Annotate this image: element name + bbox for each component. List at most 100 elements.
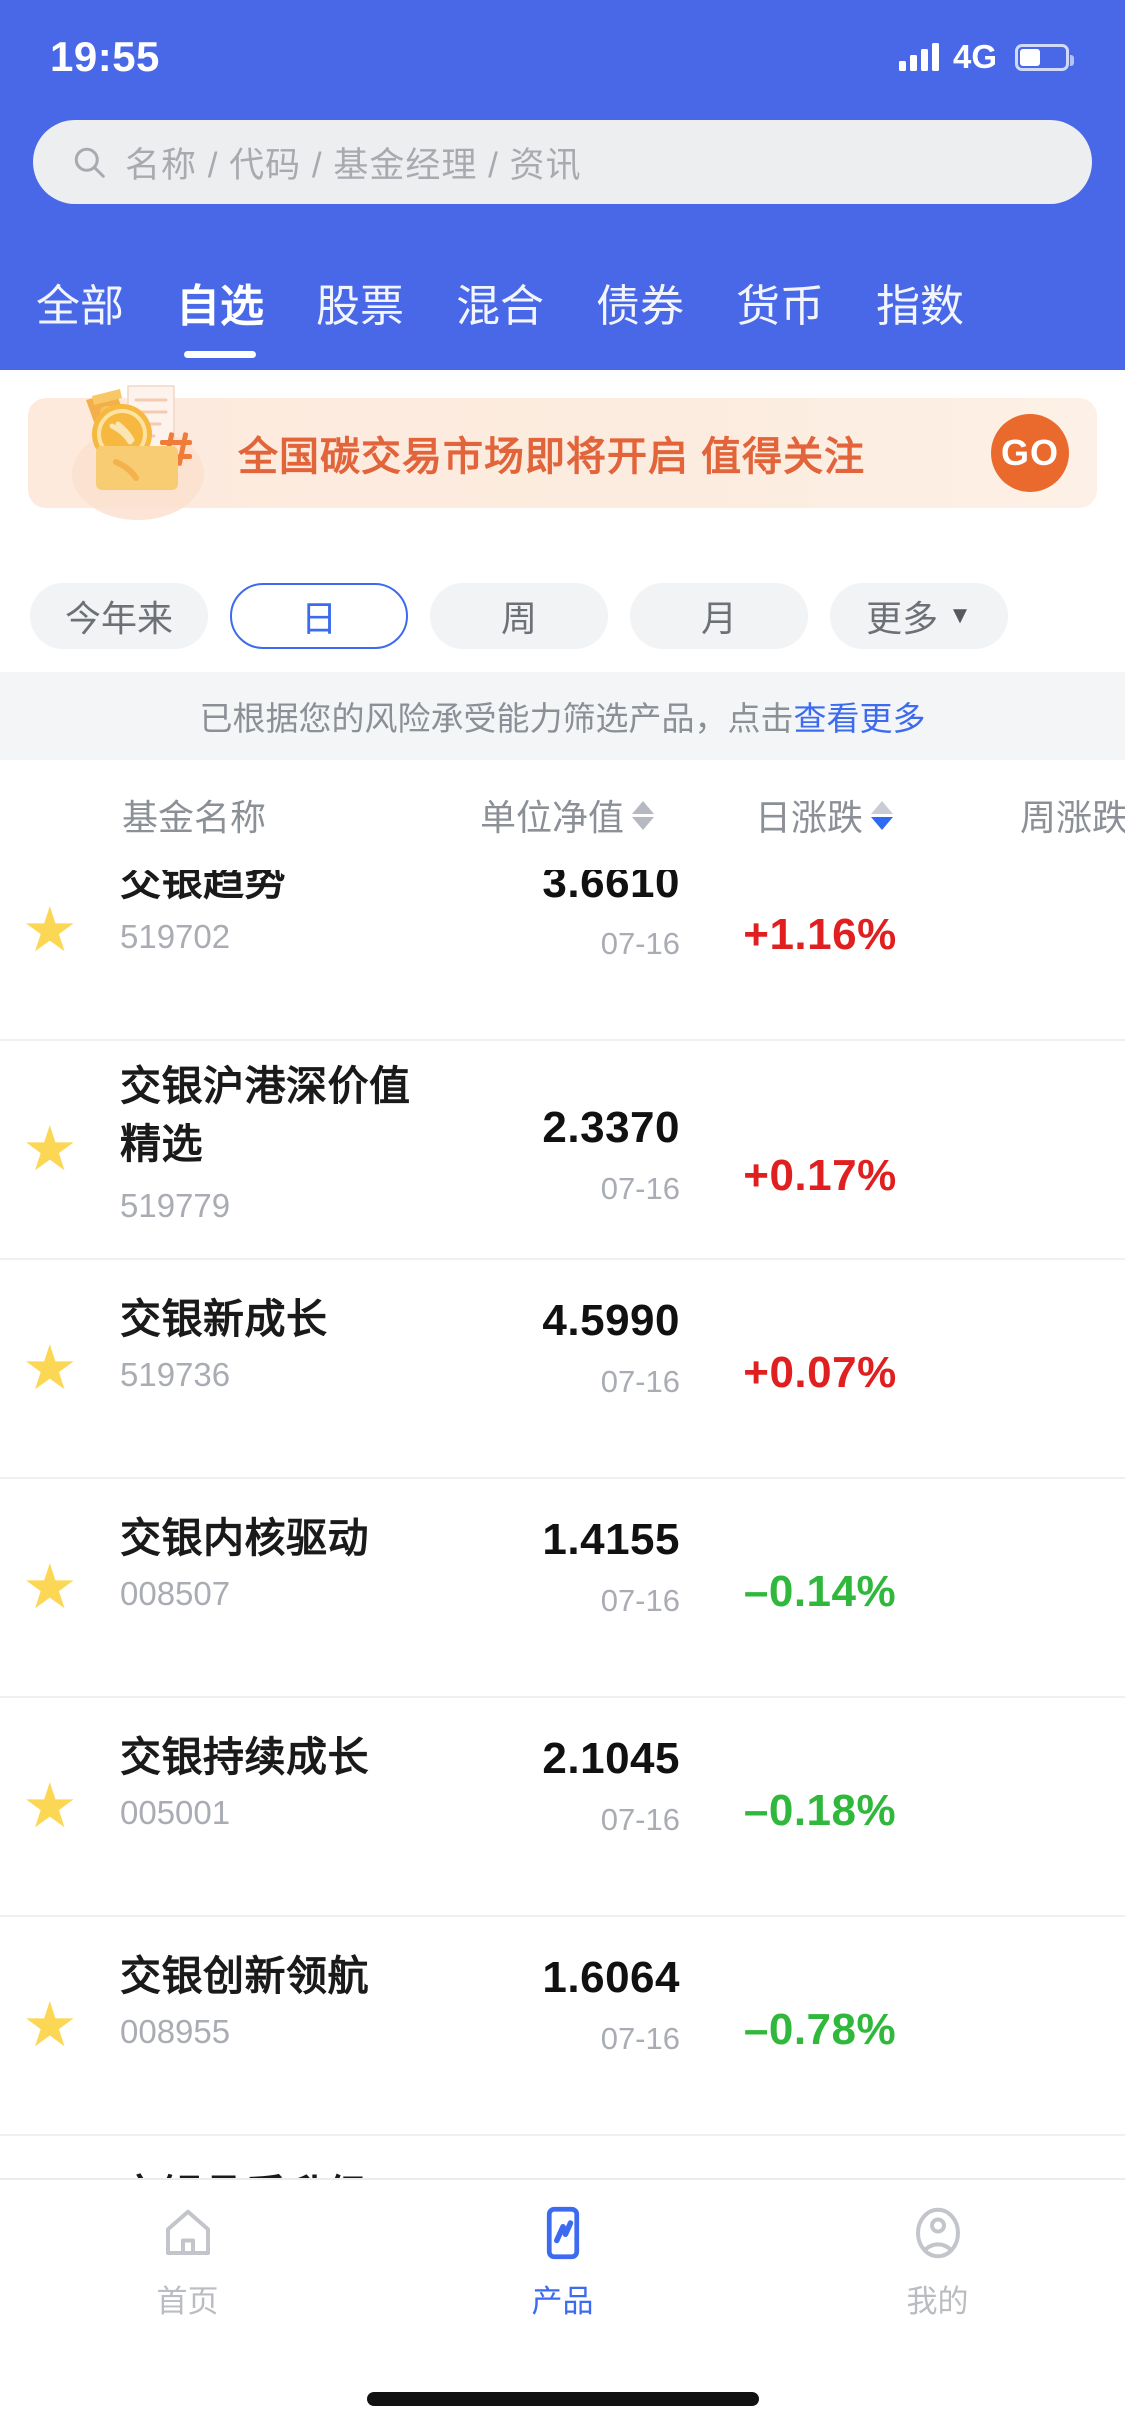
bottom-navigation-bar: 首页 产品 我的 [0, 2178, 1125, 2340]
tab-bond[interactable]: 债券 [596, 270, 684, 340]
risk-notice-text: 已根据您的风险承受能力筛选产品，点击 [199, 700, 794, 737]
fund-nav-value: 3.6610 [542, 870, 680, 907]
risk-notice-bar: 已根据您的风险承受能力筛选产品，点击 查看更多 [0, 672, 1125, 760]
fund-name: 交银创新领航 [120, 1953, 369, 1999]
tab-currency[interactable]: 货币 [736, 270, 824, 340]
status-bar-indicators: 4G [898, 38, 1074, 76]
fund-name: 交银内核驱动 [120, 1515, 369, 1561]
fund-name: 交银沪港深价值精选 [120, 1063, 411, 1167]
star-filled-icon[interactable]: ★ [22, 1337, 84, 1400]
status-bar-clock: 19:55 [50, 33, 160, 80]
tab-label: 自选 [176, 282, 264, 331]
table-row[interactable]: ★ 交银沪港深价值精选 519779 2.3370 07-16 +0.17% [0, 1041, 1125, 1260]
chip-label: 月 [700, 598, 737, 639]
nav-item-profile[interactable]: 我的 [750, 2200, 1125, 2321]
tab-hybrid[interactable]: 混合 [456, 270, 544, 340]
fund-day-change: –0.14% [743, 1567, 897, 1616]
nav-item-home[interactable]: 首页 [0, 2200, 375, 2321]
chip-day[interactable]: 日 [230, 583, 408, 649]
nav-item-product-label: 产品 [531, 2283, 594, 2319]
tab-watchlist[interactable]: 自选 [176, 270, 264, 358]
fund-nav-value: 1.4155 [542, 1515, 680, 1564]
period-filter-chips: 今年来 日 周 月 更多 ▼ [0, 560, 1125, 672]
risk-notice-link[interactable]: 查看更多 [794, 692, 926, 740]
fund-day-change: +0.07% [743, 1348, 897, 1397]
app-header: 19:55 4G 名称 / 代码 / 基金经理 / 资讯 全部 自选 股票 混合… [0, 0, 1125, 370]
chip-label: 周 [500, 598, 537, 639]
promo-banner-container: 全国碳交易市场即将开启 值得关注 GO [0, 378, 1125, 528]
chip-ytd[interactable]: 今年来 [30, 583, 208, 649]
product-chart-icon [530, 2200, 596, 2266]
fund-day-change: +1.16% [743, 910, 897, 959]
search-bar[interactable]: 名称 / 代码 / 基金经理 / 资讯 [33, 120, 1092, 204]
tab-label: 指数 [876, 282, 964, 331]
tab-active-underline [184, 351, 256, 358]
star-filled-icon[interactable]: ★ [22, 1118, 84, 1181]
star-filled-icon[interactable]: ★ [22, 1556, 84, 1619]
table-row[interactable]: ★ 交银创新领航 008955 1.6064 07-16 –0.78% [0, 1917, 1125, 2136]
promo-go-button[interactable]: GO [991, 414, 1069, 492]
nav-item-product[interactable]: 产品 [375, 2200, 750, 2321]
tab-label: 混合 [456, 282, 544, 331]
chevron-down-icon: ▼ [948, 602, 972, 629]
star-filled-icon[interactable]: ★ [22, 899, 84, 962]
column-header-day-change[interactable]: 日涨跌 [755, 789, 894, 841]
tab-stock[interactable]: 股票 [316, 270, 404, 340]
category-tabs: 全部 自选 股票 混合 债券 货币 指数 [0, 240, 1125, 370]
battery-icon [1015, 43, 1074, 71]
fund-table-header: 基金名称 单位净值 日涨跌 周涨跌 [0, 760, 1125, 870]
search-input-placeholder[interactable]: 名称 / 代码 / 基金经理 / 资讯 [125, 137, 582, 188]
fund-nav-date: 07-16 [600, 2021, 680, 2056]
sort-arrows-day-icon[interactable] [871, 800, 894, 830]
tab-index[interactable]: 指数 [876, 270, 964, 340]
fund-nav-value: 2.3370 [542, 1103, 680, 1152]
fund-code: 005001 [120, 1794, 231, 1831]
fund-nav-date: 07-16 [600, 1583, 680, 1618]
fund-name: 交银新成长 [120, 1296, 328, 1342]
sort-arrows-nav-icon[interactable] [632, 800, 655, 830]
table-row[interactable]: ★ 交银趋势 519702 3.6610 07-16 +1.16% [0, 870, 1125, 1041]
column-header-day-change-label: 日涨跌 [755, 797, 864, 838]
tab-all[interactable]: 全部 [36, 270, 124, 340]
fund-nav-date: 07-16 [600, 1802, 680, 1837]
fund-day-change: –0.78% [743, 2005, 897, 2054]
fund-nav-date: 07-16 [600, 1364, 680, 1399]
chip-month[interactable]: 月 [630, 583, 808, 649]
fund-list-scroll-content: ★ 交银趋势 519702 3.6610 07-16 +1.16% ★ 交银沪港… [0, 870, 1125, 2190]
nav-item-profile-label: 我的 [906, 2283, 969, 2319]
table-row[interactable]: ★ 交银新成长 519736 4.5990 07-16 +0.07% [0, 1260, 1125, 1479]
status-bar: 19:55 4G [0, 26, 1125, 88]
chip-label: 更多 [866, 598, 939, 639]
fund-code: 519779 [120, 1187, 231, 1224]
chip-week[interactable]: 周 [430, 583, 608, 649]
table-row[interactable]: ★ 交银内核驱动 008507 1.4155 07-16 –0.14% [0, 1479, 1125, 1698]
fund-name: 交银持续成长 [120, 1734, 369, 1780]
column-header-nav-label: 单位净值 [480, 797, 625, 838]
app-root: 19:55 4G 名称 / 代码 / 基金经理 / 资讯 全部 自选 股票 混合… [0, 0, 1125, 2436]
fund-nav-value: 2.1045 [542, 1734, 680, 1783]
star-filled-icon[interactable]: ★ [22, 1775, 84, 1838]
home-indicator [366, 2392, 759, 2406]
fund-nav-date: 07-16 [600, 1171, 680, 1206]
tab-label: 货币 [736, 282, 824, 331]
tab-label: 全部 [36, 282, 124, 331]
chip-label: 日 [300, 598, 337, 639]
table-row[interactable]: ★ 交银持续成长 005001 2.1045 07-16 –0.18% [0, 1698, 1125, 1917]
promo-banner-text: 全国碳交易市场即将开启 值得关注 [238, 435, 866, 479]
star-filled-icon[interactable]: ★ [22, 1994, 84, 2057]
fund-code: 008955 [120, 2013, 231, 2050]
fund-nav-value: 1.6064 [542, 1953, 680, 2002]
network-type-label: 4G [952, 38, 997, 75]
fund-day-change: –0.18% [743, 1786, 897, 1835]
nav-item-home-label: 首页 [156, 2283, 219, 2319]
promo-banner[interactable]: 全国碳交易市场即将开启 值得关注 GO [28, 385, 1097, 520]
fund-code: 519736 [120, 1356, 231, 1393]
fund-day-change: +0.17% [743, 1151, 897, 1200]
column-header-nav[interactable]: 单位净值 [480, 789, 655, 841]
fund-list[interactable]: ★ 交银趋势 519702 3.6610 07-16 +1.16% ★ 交银沪港… [0, 870, 1125, 2190]
column-header-week-change[interactable]: 周涨跌 [1020, 789, 1125, 841]
fund-code: 008507 [120, 1575, 231, 1612]
chip-more[interactable]: 更多 ▼ [830, 583, 1008, 649]
home-icon [155, 2200, 221, 2266]
search-icon [71, 144, 107, 180]
